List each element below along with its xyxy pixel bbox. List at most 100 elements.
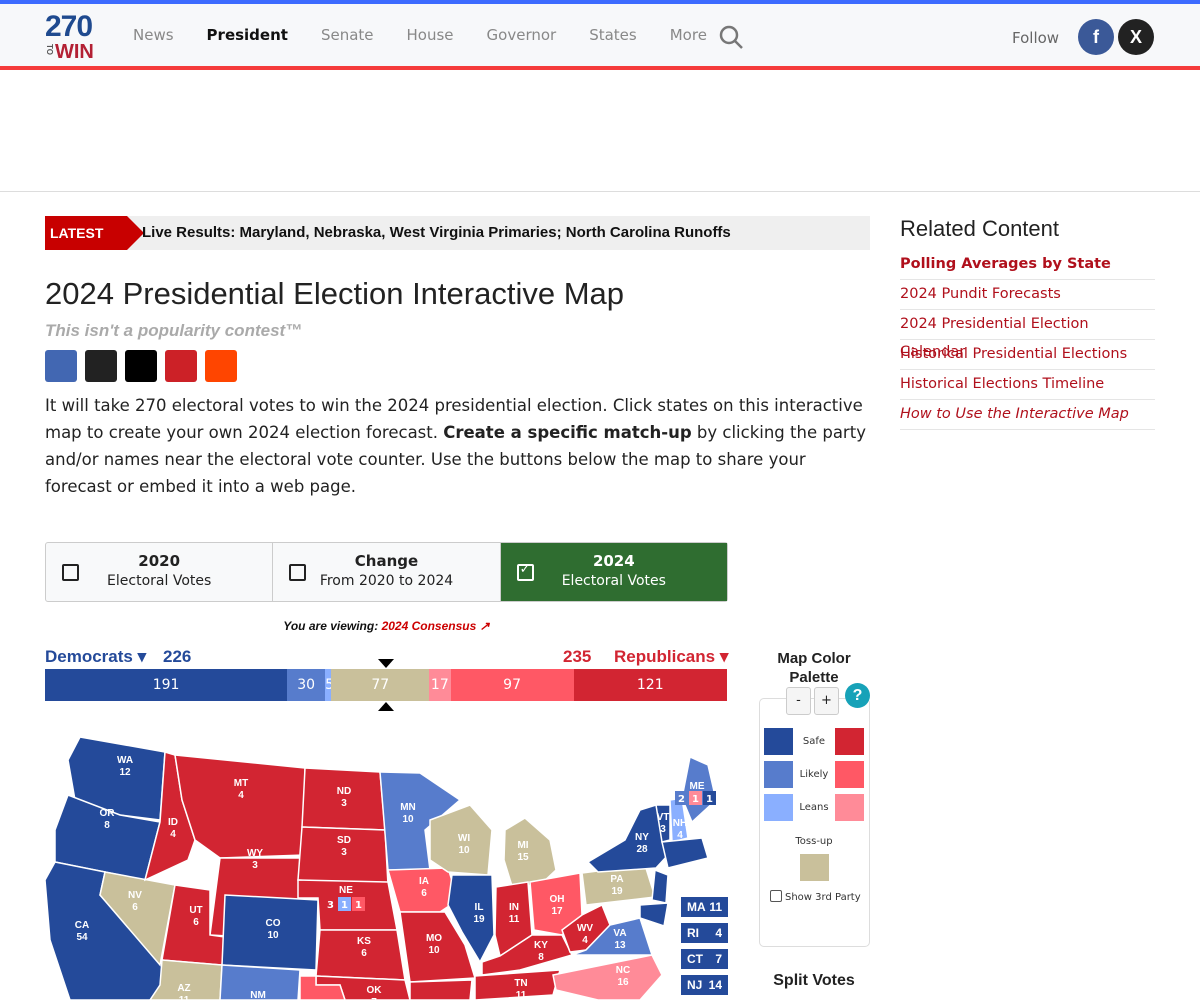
palette-plus-button[interactable]: + (814, 687, 839, 715)
state-label: 19 (473, 914, 485, 925)
nav-governor[interactable]: Governor (487, 26, 557, 44)
state-label: NV (128, 890, 142, 901)
state-az[interactable] (149, 959, 223, 1000)
state-nc[interactable] (552, 954, 663, 1000)
state-label: MT (234, 778, 248, 789)
facebook-icon[interactable]: f (1078, 19, 1114, 55)
small-state-ct[interactable]: CT 7 (681, 949, 728, 969)
state-label: 10 (458, 845, 470, 856)
state-label: MN (400, 802, 416, 813)
related-link[interactable]: 2024 Presidential Election Calendar (900, 310, 1155, 360)
palette-minus-button[interactable]: - (786, 687, 811, 715)
state-label: CA (75, 920, 89, 931)
state-label: 13 (614, 940, 626, 951)
checkbox-icon[interactable] (62, 564, 79, 581)
district-ev: 3 (327, 900, 334, 911)
state-label: NY (635, 832, 649, 843)
bar-segment-safe-r: 121 (573, 669, 727, 701)
palette-tossup-swatch[interactable] (800, 854, 829, 881)
state-label: KY (534, 940, 548, 951)
show-3rd-party-checkbox[interactable]: Show 3rd Party (770, 890, 861, 903)
democrats-dropdown[interactable]: Democrats ▾ (45, 647, 146, 667)
state-label: ID (168, 817, 178, 828)
latest-tag: LATEST (45, 216, 144, 250)
x-icon[interactable]: X (1118, 19, 1154, 55)
related-link[interactable]: 2024 Pundit Forecasts (900, 280, 1155, 310)
bar-segment-leans-r: 17 (429, 669, 451, 701)
state-ne-new[interactable] (661, 837, 709, 869)
share-reddit-button[interactable] (205, 350, 237, 382)
state-label: ND (337, 786, 351, 797)
state-label: 19 (611, 886, 623, 897)
related-link[interactable]: Polling Averages by State (900, 250, 1155, 280)
state-label: 16 (617, 977, 629, 988)
state-label: 3 (341, 798, 347, 809)
state-ky[interactable] (481, 934, 574, 976)
state-ar[interactable] (409, 979, 473, 1000)
state-label: 11 (516, 990, 527, 1000)
district-ev: 2 (678, 794, 685, 805)
state-label: 6 (193, 917, 199, 928)
share-x-button[interactable] (125, 350, 157, 382)
related-link[interactable]: Historical Presidential Elections (900, 340, 1155, 370)
palette-likely-rep-swatch[interactable] (835, 761, 864, 788)
nav-news[interactable]: News (133, 26, 174, 44)
palette-safe-rep-swatch[interactable] (835, 728, 864, 755)
state-label: WI (458, 833, 470, 844)
state-label: 11 (509, 914, 520, 925)
nav-more[interactable]: More (670, 26, 707, 44)
latest-news-banner[interactable]: LATEST Live Results: Maryland, Nebraska,… (45, 216, 870, 250)
state-label: WY (247, 848, 263, 859)
state-nj[interactable] (651, 868, 669, 904)
latest-headline[interactable]: Live Results: Maryland, Nebraska, West V… (142, 216, 731, 250)
state-mi[interactable] (503, 817, 557, 887)
state-label: IL (475, 902, 484, 913)
state-md[interactable] (639, 902, 669, 927)
help-icon[interactable]: ? (845, 683, 870, 708)
mode-2020[interactable]: 2020 Electoral Votes (46, 543, 274, 601)
checkbox-icon[interactable] (289, 564, 307, 581)
share-threads-button[interactable] (85, 350, 117, 382)
tossup-label: Toss-up (795, 836, 833, 847)
small-state-nj[interactable]: NJ 14 (681, 975, 728, 995)
nav-senate[interactable]: Senate (321, 26, 374, 44)
checked-checkbox-icon[interactable]: ✓ (516, 562, 534, 581)
state-label: ME (690, 781, 705, 792)
state-label: NM (250, 990, 266, 1000)
nav-states[interactable]: States (589, 26, 637, 44)
nav-house[interactable]: House (407, 26, 454, 44)
small-state-ma[interactable]: MA 11 (681, 897, 728, 917)
state-label: VA (613, 928, 626, 939)
share-pinterest-button[interactable] (165, 350, 197, 382)
search-icon[interactable] (718, 24, 744, 50)
nav-president[interactable]: President (207, 26, 288, 44)
state-label: UT (189, 905, 202, 916)
republicans-dropdown[interactable]: Republicans ▾ (614, 647, 728, 667)
state-label: TN (514, 978, 527, 989)
viewing-map-link[interactable]: 2024 Consensus (382, 619, 477, 633)
checkbox-icon[interactable] (770, 890, 782, 902)
state-label: 6 (361, 948, 367, 959)
related-link[interactable]: How to Use the Interactive Map (900, 400, 1155, 430)
mode-2024[interactable]: ✓ 2024 Electoral Votes (500, 543, 727, 601)
dem-ev-total: 226 (163, 647, 192, 666)
state-label: 3 (341, 847, 347, 858)
state-label: OH (550, 894, 565, 905)
state-label: 10 (267, 930, 279, 941)
related-link[interactable]: Historical Elections Timeline (900, 370, 1155, 400)
mode-change[interactable]: Change From 2020 to 2024 (273, 543, 501, 601)
share-facebook-button[interactable] (45, 350, 77, 382)
external-link-icon[interactable]: ↗ (480, 619, 490, 633)
top-nav-bar: 270 WIN TO News President Senate House Gover… (0, 0, 1200, 70)
small-state-ri[interactable]: RI 4 (681, 923, 728, 943)
electoral-vote-bar: 191 30 5 77 17 97 121 (45, 669, 727, 701)
bar-segment-likely-d: 30 (287, 669, 326, 701)
site-logo[interactable]: 270 WIN TO (45, 12, 100, 64)
state-label: MI (517, 840, 528, 851)
state-label: NH (673, 818, 687, 829)
palette-leans-rep-swatch[interactable] (835, 794, 864, 821)
related-content: Related Content Polling Averages by Stat… (900, 216, 1155, 430)
state-label: 17 (551, 906, 563, 917)
state-label: 12 (119, 767, 131, 778)
state-label: 6 (421, 888, 427, 899)
